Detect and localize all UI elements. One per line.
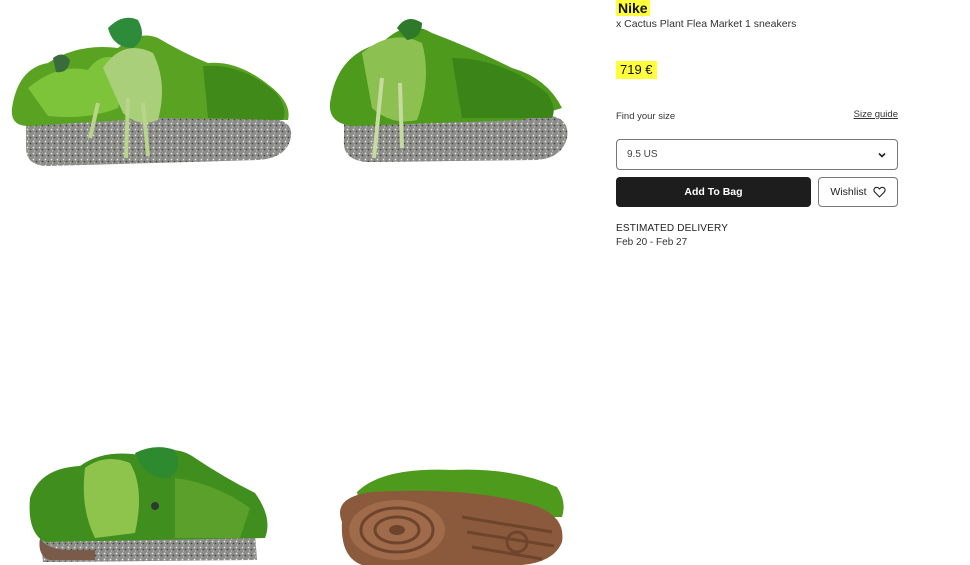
estimated-delivery-label: ESTIMATED DELIVERY	[616, 223, 729, 234]
estimated-delivery-dates: Feb 20 - Feb 27	[616, 237, 688, 248]
size-select[interactable]: 9.5 US	[616, 139, 898, 170]
add-to-bag-button[interactable]: Add To Bag	[616, 177, 811, 207]
heart-icon	[872, 186, 886, 198]
product-image-outsole[interactable]	[322, 462, 572, 565]
size-label: Find your size	[616, 111, 676, 122]
product-info-panel: Nike x Cactus Plant Flea Market 1 sneake…	[616, 0, 898, 260]
wishlist-label: Wishlist	[830, 186, 867, 198]
product-image-side[interactable]	[8, 8, 298, 178]
chevron-down-icon	[878, 152, 886, 158]
size-selected-value: 9.5 US	[627, 149, 658, 160]
product-price: 719 €	[616, 61, 657, 79]
product-name: x Cactus Plant Flea Market 1 sneakers	[616, 18, 797, 30]
product-brand[interactable]: Nike	[616, 0, 650, 16]
product-image-angle[interactable]	[322, 8, 572, 178]
product-gallery	[0, 0, 600, 565]
product-image-rear[interactable]	[25, 438, 275, 565]
size-guide-link[interactable]: Size guide	[854, 109, 898, 120]
wishlist-button[interactable]: Wishlist	[818, 177, 898, 207]
